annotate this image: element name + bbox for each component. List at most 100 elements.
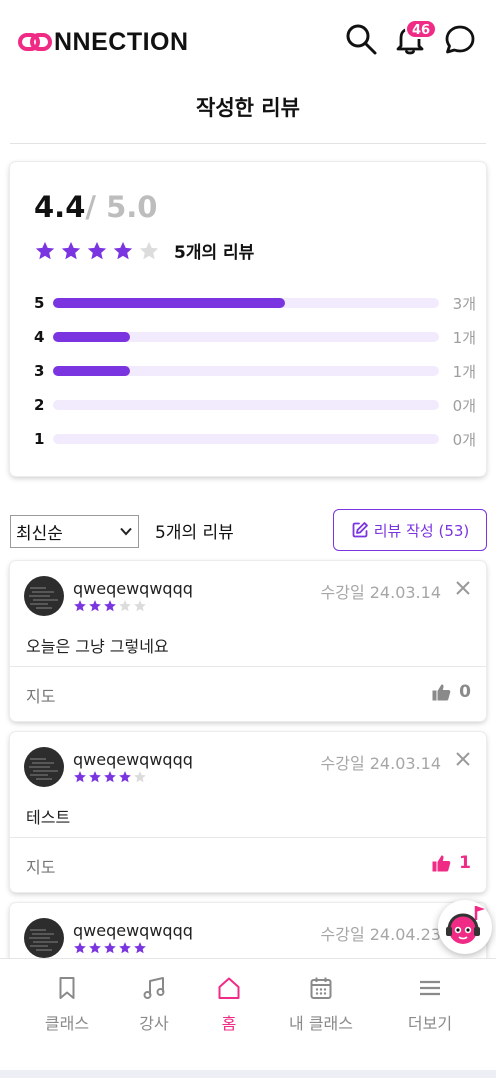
rating-bar-count: 1개 [452, 328, 476, 347]
edit-icon [352, 522, 368, 538]
review-text: 테스트 [26, 808, 71, 827]
chevron-down-icon [120, 527, 132, 536]
rating-bar-track [53, 400, 439, 410]
avatar [24, 576, 64, 616]
home-icon [218, 977, 240, 999]
review-date: 수강일 24.03.14 [320, 583, 442, 602]
review-date: 수강일 24.04.23 [320, 925, 442, 944]
average-score: 4.4 [34, 190, 86, 224]
nav-item-class[interactable]: 클래스 [22, 975, 112, 1034]
page-title: 작성한 리뷰 [196, 96, 300, 120]
rating-bar-track [53, 366, 439, 376]
review-course: 지도 [26, 687, 56, 706]
rating-bar-star: 5 [34, 294, 45, 312]
rating-bar-fill [53, 298, 285, 308]
rating-bar-row: 3 1개 [34, 361, 476, 381]
search-icon[interactable] [344, 22, 378, 56]
review-username: qweqewqwqqq [73, 750, 193, 769]
star-filled-icon [134, 942, 146, 954]
star-empty-icon [119, 600, 131, 612]
rating-bar-star: 1 [34, 430, 45, 448]
star-filled-icon [89, 942, 101, 954]
like-count: 0 [459, 682, 471, 702]
review-stars [73, 599, 148, 613]
star-filled-icon [74, 942, 86, 954]
star-filled-icon [74, 771, 86, 783]
close-icon[interactable] [455, 751, 471, 767]
review-list-count: 5개의 리뷰 [155, 523, 234, 543]
star-filled-icon [104, 600, 116, 612]
rating-bar-row: 1 0개 [34, 429, 476, 449]
title-divider [10, 143, 486, 144]
like-button[interactable]: 1 [432, 853, 471, 873]
calendar-icon [310, 977, 332, 999]
mascot-icon [446, 906, 485, 944]
close-icon[interactable] [455, 580, 471, 596]
rating-bar-row: 5 3개 [34, 293, 476, 313]
star-filled-icon [87, 241, 107, 259]
star-filled-icon [104, 771, 116, 783]
star-filled-icon [113, 241, 133, 259]
star-empty-icon [134, 771, 146, 783]
star-filled-icon [119, 942, 131, 954]
avatar [24, 747, 64, 787]
thumbs-up-icon [432, 684, 451, 701]
review-card: qweqewqwqqq 수강일 24.03.14 오늘은 그냥 그렇네요 지도 0 [10, 561, 486, 721]
rating-bar-row: 4 1개 [34, 327, 476, 347]
notification-badge: 46 [405, 19, 438, 39]
chatbot-button[interactable] [438, 900, 492, 954]
star-empty-icon [139, 241, 159, 259]
rating-bar-count: 3개 [452, 294, 476, 313]
rating-summary-card: 4.4/ 5.0 5개의 리뷰 5 3개 4 1개 3 1개 2 0개 1 0개 [10, 162, 486, 476]
summary-stars: 5개의 리뷰 [34, 238, 254, 263]
like-count: 1 [459, 853, 471, 873]
review-card: qweqewqwqqq 수강일 24.04.23 [10, 903, 486, 963]
rating-bar-star: 2 [34, 396, 45, 414]
star-filled-icon [89, 771, 101, 783]
rating-bar-count: 0개 [452, 396, 476, 415]
bottom-strip [0, 1070, 496, 1078]
review-course: 지도 [26, 858, 56, 877]
star-filled-icon [35, 241, 55, 259]
review-text: 오늘은 그냥 그렇네요 [26, 637, 169, 656]
sort-selected-value: 최신순 [16, 524, 63, 544]
bottom-navigation: 클래스 강사 홈 내 클래스 더보기 [0, 958, 496, 1070]
sort-select[interactable]: 최신순 [10, 515, 139, 548]
rating-bar-fill [53, 332, 131, 342]
review-stars [73, 770, 148, 784]
star-filled-icon [74, 600, 86, 612]
avatar [24, 918, 64, 958]
nav-item-my-class[interactable]: 내 클래스 [276, 975, 366, 1034]
connection-logo[interactable]: NNECTION [18, 28, 189, 56]
rating-bar-track [53, 298, 439, 308]
star-filled-icon [104, 942, 116, 954]
nav-label: 더보기 [407, 1014, 453, 1033]
star-filled-icon [61, 241, 81, 259]
nav-label: 내 클래스 [289, 1014, 353, 1033]
rating-bar-fill [53, 366, 131, 376]
review-divider [10, 666, 486, 667]
chat-bubble-icon[interactable] [443, 22, 477, 56]
nav-item-more[interactable]: 더보기 [385, 975, 475, 1034]
summary-review-count: 5개의 리뷰 [174, 243, 255, 263]
write-review-label: 리뷰 작성 (53) [373, 521, 470, 540]
max-score: / 5.0 [85, 190, 158, 224]
menu-icon [420, 980, 440, 996]
write-review-button[interactable]: 리뷰 작성 (53) [333, 509, 487, 551]
logo-link-icon [18, 33, 52, 51]
like-button[interactable]: 0 [432, 682, 471, 702]
review-card: qweqewqwqqq 수강일 24.03.14 테스트 지도 1 [10, 732, 486, 892]
review-divider [10, 837, 486, 838]
logo-text: NNECTION [54, 27, 189, 56]
nav-label: 홈 [221, 1014, 237, 1033]
rating-bar-track [53, 332, 439, 342]
app-header: NNECTION 46 [0, 0, 496, 84]
nav-item-home[interactable]: 홈 [184, 975, 274, 1034]
bookmark-icon [59, 977, 75, 999]
star-filled-icon [119, 771, 131, 783]
nav-label: 클래스 [44, 1014, 90, 1033]
rating-bar-star: 3 [34, 362, 45, 380]
music-note-icon [143, 977, 165, 999]
rating-bar-row: 2 0개 [34, 395, 476, 415]
rating-bar-count: 0개 [452, 430, 476, 449]
